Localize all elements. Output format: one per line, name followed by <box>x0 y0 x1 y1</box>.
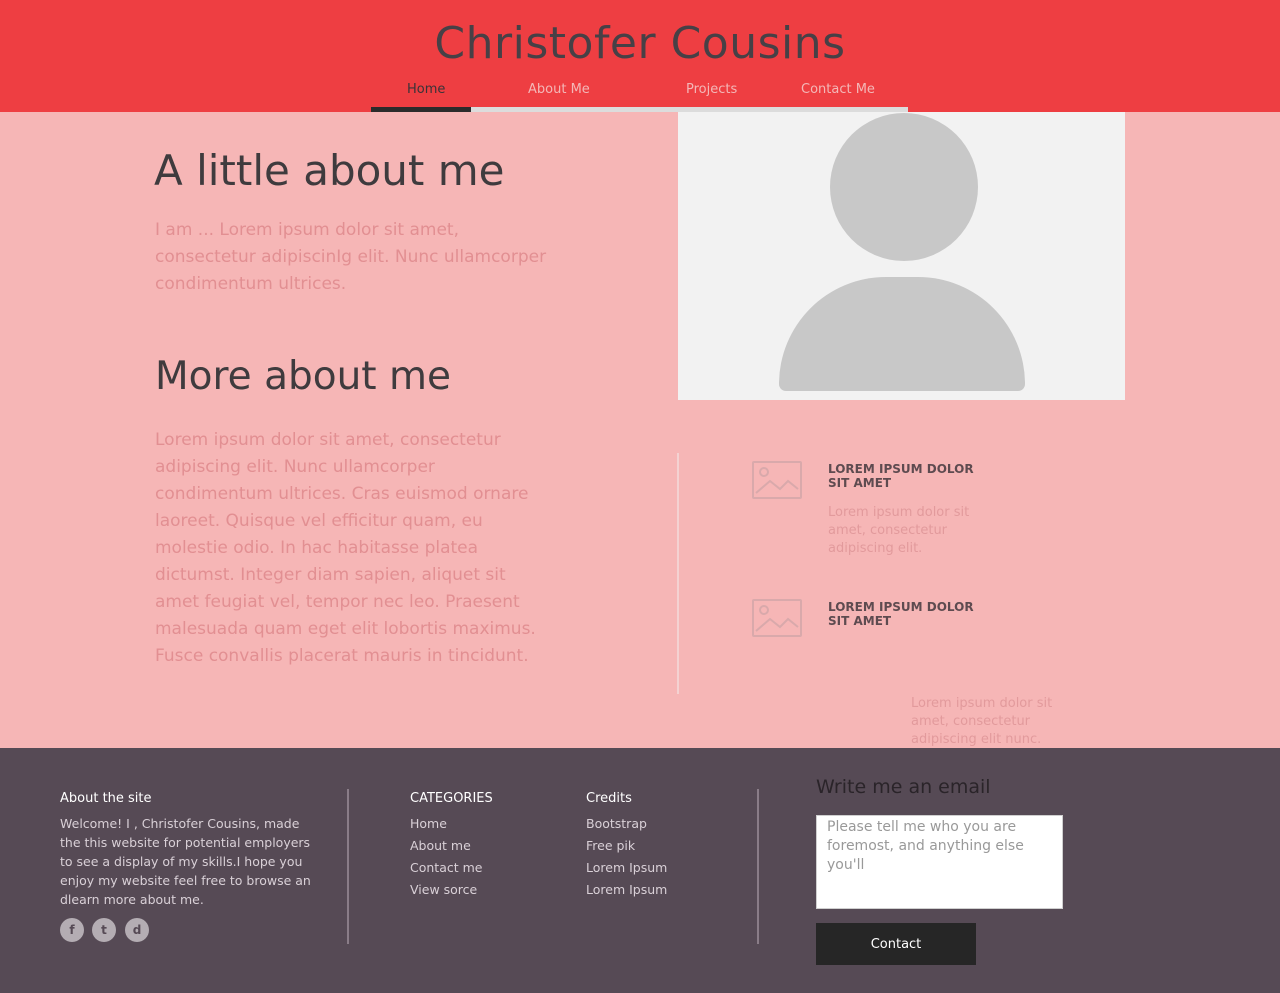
about-text: I am ... Lorem ipsum dolor sit amet, con… <box>155 220 547 294</box>
footer-link-home[interactable]: Home <box>410 816 447 831</box>
nav-home[interactable]: Home <box>407 82 445 97</box>
avatar-body <box>779 277 1025 391</box>
credit-link-lorem-2[interactable]: Lorem Ipsum <box>586 882 667 897</box>
nav-projects[interactable]: Projects <box>686 82 737 97</box>
footer-divider <box>757 789 759 944</box>
twitter-icon[interactable]: t <box>92 918 116 942</box>
dribbble-icon[interactable]: d <box>125 918 149 942</box>
footer-about-heading: About the site <box>60 791 152 806</box>
credit-link-lorem-1[interactable]: Lorem Ipsum <box>586 860 667 875</box>
site-header: Christofer Cousins Home About Me Project… <box>0 0 1280 112</box>
footer-about-text: Welcome! I , Christofer Cousins, made th… <box>60 816 311 907</box>
avatar-head <box>830 113 978 261</box>
email-message-field[interactable] <box>816 815 1063 909</box>
footer-link-contact[interactable]: Contact me <box>410 860 482 875</box>
site-footer: About the site Welcome! I , Christofer C… <box>0 748 1280 993</box>
site-title: Christofer Cousins <box>434 18 846 69</box>
feature-title: LOREM IPSUM DOLOR SIT AMET <box>828 462 974 490</box>
footer-divider <box>347 789 349 944</box>
about-heading: A little about me <box>154 146 505 195</box>
profile-image-placeholder <box>678 112 1125 400</box>
feature-title: LOREM IPSUM DOLOR SIT AMET <box>828 600 974 628</box>
image-icon <box>752 461 802 499</box>
more-text: Lorem ipsum dolor sit amet, consectetur … <box>155 430 536 666</box>
credit-link-bootstrap[interactable]: Bootstrap <box>586 816 647 831</box>
footer-credits-heading: Credits <box>586 791 632 806</box>
facebook-icon[interactable]: f <box>60 918 84 942</box>
credit-link-freepik[interactable]: Free pik <box>586 838 635 853</box>
contact-button[interactable]: Contact <box>816 923 976 965</box>
footer-categories-heading: CATEGORIES <box>410 791 493 806</box>
image-icon <box>752 599 802 637</box>
feature-text: Lorem ipsum dolor sit amet, consectetur … <box>911 696 1053 747</box>
features-divider <box>677 453 679 694</box>
more-heading: More about me <box>155 354 451 399</box>
footer-link-view-source[interactable]: View sorce <box>410 882 477 897</box>
feature-text: Lorem ipsum dolor sit amet, consectetur … <box>828 505 970 556</box>
nav-active-indicator <box>371 107 471 112</box>
main-nav: Home About Me Projects Contact Me <box>371 78 908 112</box>
nav-contact[interactable]: Contact Me <box>801 82 875 97</box>
nav-about[interactable]: About Me <box>528 82 590 97</box>
email-heading: Write me an email <box>816 776 991 798</box>
footer-link-about[interactable]: About me <box>410 838 471 853</box>
